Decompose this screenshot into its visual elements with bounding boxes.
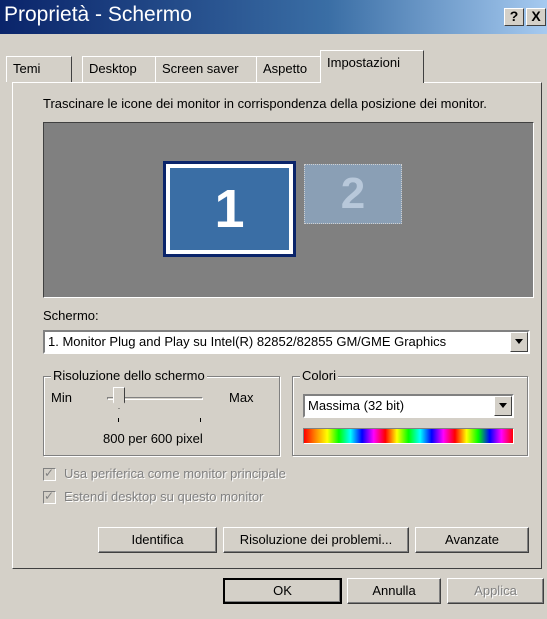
colors-group-label: Colori <box>300 368 338 383</box>
chevron-down-icon[interactable] <box>494 396 512 416</box>
color-depth-value: Massima (32 bit) <box>308 398 405 413</box>
title-bar: Proprietà - Schermo ? X <box>0 0 547 34</box>
help-button[interactable]: ? <box>504 8 524 26</box>
display-select[interactable]: 1. Monitor Plug and Play su Intel(R) 828… <box>43 330 530 354</box>
tab-desktop[interactable]: Desktop <box>82 56 157 82</box>
monitor-1-icon[interactable]: 1 <box>163 161 296 257</box>
chevron-down-icon[interactable] <box>510 332 528 352</box>
primary-monitor-label: Usa periferica come monitor principale <box>64 466 286 481</box>
monitor-1-number: 1 <box>170 168 289 250</box>
window-title: Proprietà - Schermo <box>4 3 192 26</box>
tab-temi[interactable]: Temi <box>6 56 72 82</box>
resolution-max-label: Max <box>229 390 254 405</box>
close-button[interactable]: X <box>526 8 546 26</box>
slider-tick <box>118 418 119 422</box>
resolution-value: 800 per 600 pixel <box>103 431 203 446</box>
primary-monitor-checkbox <box>43 466 56 481</box>
monitor-2-icon[interactable]: 2 <box>304 164 402 224</box>
extend-desktop-label: Estendi desktop su questo monitor <box>64 489 264 504</box>
resolution-min-label: Min <box>51 390 72 405</box>
troubleshoot-button[interactable]: Risoluzione dei problemi... <box>223 527 409 553</box>
ok-button[interactable]: OK <box>223 578 342 604</box>
display-label: Schermo: <box>43 308 99 323</box>
color-depth-select[interactable]: Massima (32 bit) <box>303 394 514 418</box>
tab-screen-saver[interactable]: Screen saver <box>155 56 258 82</box>
tab-aspetto[interactable]: Aspetto <box>256 56 324 82</box>
tab-impostazioni[interactable]: Impostazioni <box>320 50 424 83</box>
instructions-text: Trascinare le icone dei monitor in corri… <box>43 96 487 111</box>
color-spectrum-bar <box>303 428 514 444</box>
cancel-button[interactable]: Annulla <box>347 578 441 604</box>
slider-tick <box>200 418 201 422</box>
advanced-button[interactable]: Avanzate <box>415 527 529 553</box>
apply-button: Applica <box>447 578 544 604</box>
identify-button[interactable]: Identifica <box>98 527 217 553</box>
display-select-value: 1. Monitor Plug and Play su Intel(R) 828… <box>48 334 447 349</box>
resolution-group-label: Risoluzione dello schermo <box>51 368 207 383</box>
extend-desktop-checkbox <box>43 489 56 504</box>
